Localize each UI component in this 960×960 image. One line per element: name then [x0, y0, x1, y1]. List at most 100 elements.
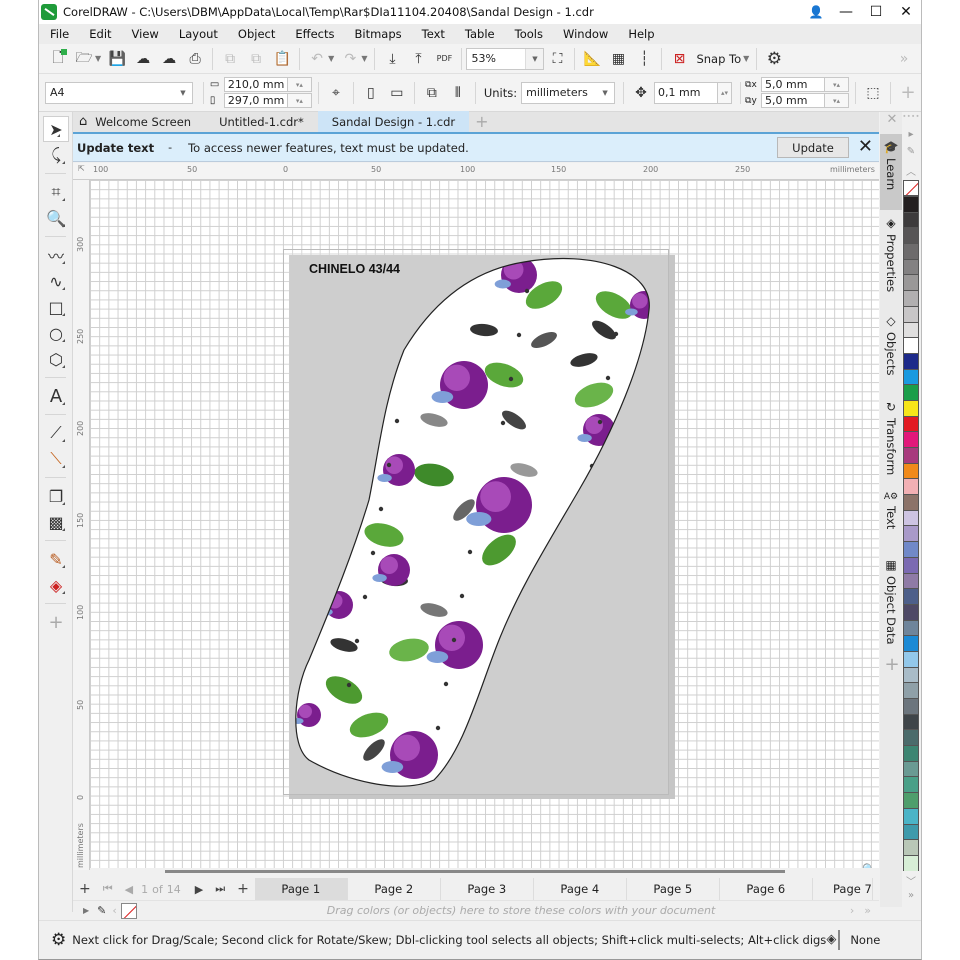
page-height-field[interactable]: 297,0 mm [223, 93, 288, 108]
page-tab[interactable]: Page 3 [441, 878, 534, 900]
color-swatch[interactable] [903, 447, 919, 463]
docker-tab-learn[interactable]: 🎓 Learn [880, 134, 902, 210]
color-swatch[interactable] [903, 792, 919, 808]
drop-shadow-tool-icon[interactable]: ❐ [39, 483, 73, 509]
color-swatch[interactable] [903, 666, 919, 683]
crop-tool-icon[interactable]: ⌗ [39, 179, 73, 205]
no-color-swatch[interactable] [120, 902, 137, 919]
freehand-tool-icon[interactable]: 〰 [39, 242, 73, 268]
color-swatch[interactable] [903, 415, 919, 432]
full-screen-preview-icon[interactable]: ⛶ [544, 47, 570, 71]
rectangle-tool-icon[interactable]: □ [39, 294, 73, 320]
save-icon[interactable]: 💾 [104, 47, 130, 71]
color-swatch[interactable] [903, 462, 919, 479]
next-page-icon[interactable]: ▶ [195, 883, 203, 896]
palette-expand-icon[interactable]: ▶ [83, 906, 89, 915]
show-guidelines-icon[interactable]: ┆ [631, 47, 657, 71]
print-icon[interactable]: ⎙ [182, 47, 208, 71]
close-icon[interactable]: ✕ [858, 136, 873, 157]
import-icon[interactable]: ⤓ [379, 47, 405, 71]
page-tab[interactable]: Page 6 [720, 878, 813, 900]
menu-object[interactable]: Object [227, 27, 284, 41]
color-swatch[interactable] [903, 776, 919, 793]
chevron-down-icon[interactable]: ▼ [596, 82, 615, 103]
docker-tab-text[interactable]: A⚙ Text [880, 486, 902, 552]
interactive-fill-tool-icon[interactable]: ◈ [39, 572, 73, 598]
prev-page-icon[interactable]: ◀ [125, 883, 133, 896]
update-button[interactable]: Update [777, 137, 849, 158]
palette-expand-icon[interactable]: » [902, 890, 920, 907]
duplicate-y-spinner[interactable]: ▾▴ [825, 93, 850, 108]
zoom-tool-icon[interactable]: 🔍 [39, 205, 73, 231]
page-size-combo[interactable]: A4 ▼ [45, 81, 193, 104]
color-swatch[interactable] [903, 431, 919, 447]
import-cloud-icon[interactable]: ☁ [130, 47, 156, 71]
color-swatch[interactable] [903, 290, 919, 306]
color-swatch[interactable] [903, 337, 919, 353]
tab-untitled-1[interactable]: Untitled-1.cdr* [205, 111, 318, 132]
polygon-tool-icon[interactable]: ⬡ [39, 346, 73, 372]
copy-icon[interactable]: ⧉ [243, 47, 269, 71]
landscape-icon[interactable]: ▭ [384, 81, 410, 105]
color-swatch[interactable] [903, 509, 919, 526]
redo-icon[interactable]: ↷ [337, 47, 363, 71]
dimension-tool-icon[interactable]: ⟋ [39, 420, 73, 446]
zoom-level-combo[interactable]: 53% ▼ [466, 47, 545, 70]
drawing-canvas[interactable]: CHINELO 43/44 [90, 180, 879, 870]
export-cloud-icon[interactable]: ☁ [156, 47, 182, 71]
new-document-icon[interactable]: 🗋 [45, 47, 71, 71]
color-swatch[interactable] [903, 760, 919, 777]
color-swatch[interactable] [903, 729, 919, 746]
snap-to-dropdown-icon[interactable]: ▼ [743, 54, 749, 63]
color-swatch[interactable] [903, 211, 919, 228]
nudge-distance-field[interactable]: 0,1 mm [654, 81, 719, 104]
scroll-left-icon[interactable]: ‹ [112, 904, 116, 917]
sandal-sole-artwork[interactable] [284, 250, 670, 796]
color-swatch[interactable] [903, 478, 919, 495]
color-swatch[interactable] [903, 258, 919, 275]
page-orientation-lock-icon[interactable]: ⌖ [323, 81, 349, 105]
menu-text[interactable]: Text [411, 27, 454, 41]
color-swatch[interactable] [903, 368, 919, 385]
horizontal-scroll-thumb[interactable] [165, 870, 785, 873]
options-gear-icon[interactable]: ⚙ [761, 47, 787, 71]
open-icon[interactable]: 🗁 [71, 47, 97, 71]
color-swatch[interactable] [903, 227, 919, 244]
add-page-before-icon[interactable]: + [79, 881, 91, 897]
color-swatch[interactable] [903, 854, 919, 871]
current-page-icon[interactable]: ⫴ [445, 81, 471, 105]
horizontal-scrollbar[interactable] [90, 868, 879, 878]
close-docker-icon[interactable]: ✕ [880, 112, 904, 134]
add-docker-icon[interactable]: + [880, 654, 904, 675]
more-toolbar-icon[interactable]: » [891, 47, 917, 71]
chevron-down-icon[interactable]: ▼ [173, 82, 192, 103]
close-button[interactable]: ✕ [891, 0, 921, 24]
customize-toolbox-icon[interactable]: + [39, 609, 73, 635]
chevron-down-icon[interactable]: ▼ [525, 48, 544, 69]
palette-scroll-down-icon[interactable]: ﹀ [902, 873, 920, 890]
first-page-icon[interactable]: ⏮ [103, 882, 113, 896]
color-swatch[interactable] [903, 588, 919, 604]
palette-more-icon[interactable]: » [864, 904, 871, 917]
color-swatch[interactable] [903, 384, 919, 400]
new-tab-button[interactable]: + [469, 111, 494, 132]
color-swatch[interactable] [903, 541, 919, 557]
color-swatch[interactable] [903, 494, 919, 510]
menu-layout[interactable]: Layout [168, 27, 227, 41]
menu-file[interactable]: File [39, 27, 78, 41]
color-swatch[interactable] [903, 196, 919, 212]
color-swatch[interactable] [903, 619, 919, 636]
show-rulers-icon[interactable]: 📐 [579, 47, 605, 71]
snap-to-button[interactable]: Snap To [696, 52, 741, 66]
color-swatch[interactable] [903, 321, 919, 338]
undo-icon[interactable]: ↶ [304, 47, 330, 71]
ruler-origin-icon[interactable]: ⇱ [78, 164, 85, 173]
page-width-field[interactable]: 210,0 mm [223, 77, 288, 92]
menu-edit[interactable]: Edit [78, 27, 120, 41]
all-pages-icon[interactable]: ⧉ [419, 81, 445, 105]
paste-icon[interactable]: 📋 [269, 47, 295, 71]
artistic-media-tool-icon[interactable]: ∿ [39, 268, 73, 294]
menu-view[interactable]: View [121, 27, 168, 41]
portrait-icon[interactable]: ▯ [358, 81, 384, 105]
add-page-after-icon[interactable]: + [237, 881, 249, 897]
